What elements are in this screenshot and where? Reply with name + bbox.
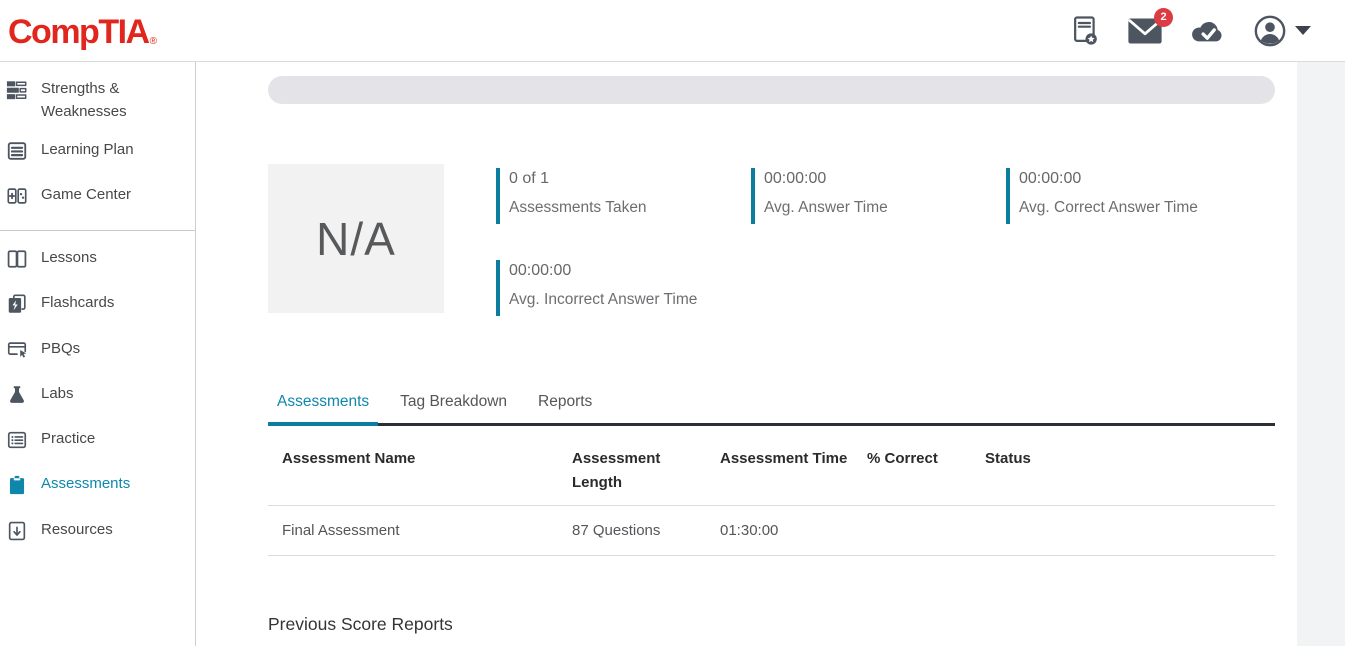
table-row[interactable]: Final Assessment 87 Questions 01:30:00 [268, 505, 1275, 555]
game-center-icon [6, 185, 28, 214]
sidebar-item-label: Strengths & Weaknesses [41, 77, 187, 124]
col-status: Status [985, 426, 1275, 506]
progress-bar [268, 76, 1275, 104]
stat-label: Avg. Incorrect Answer Time [509, 291, 751, 310]
cell-assessment-length: 87 Questions [572, 505, 720, 555]
sidebar-item-label: Assessments [41, 472, 130, 495]
sidebar-item-label: Practice [41, 427, 95, 450]
previous-score-reports-title: Previous Score Reports [268, 614, 1275, 635]
sidebar-item-label: Flashcards [41, 291, 114, 314]
stat-value: 00:00:00 [509, 261, 751, 280]
cell-percent-correct [867, 505, 985, 555]
sidebar: Strengths & Weaknesses Learning Plan [0, 62, 196, 646]
mail-badge: 2 [1154, 8, 1173, 27]
cell-assessment-time: 01:30:00 [720, 505, 867, 555]
header-icon-group: 2 [1070, 14, 1311, 48]
page-gutter [1297, 62, 1345, 646]
score-na-box: N/A [268, 164, 444, 313]
flashcards-icon [6, 293, 28, 322]
resources-icon [6, 520, 28, 549]
cell-status [985, 505, 1275, 555]
sidebar-divider [0, 230, 195, 231]
previous-score-reports-section: Previous Score Reports [268, 614, 1275, 646]
assessment-overview: N/A 0 of 1 Assessments Taken 00:00:00 Av… [268, 164, 1275, 316]
practice-icon [6, 429, 28, 458]
chevron-down-icon [1295, 26, 1311, 35]
learning-plan-icon [6, 140, 28, 169]
table-header-row: Assessment Name Assessment Length Assess… [268, 426, 1275, 506]
score-na-label: N/A [316, 212, 396, 266]
sidebar-item-pbqs[interactable]: PBQs [0, 330, 195, 375]
comptia-logo[interactable]: CompTIA ® [8, 13, 157, 49]
col-assessment-length: Assessment Length [572, 426, 720, 506]
logo-text: CompTIA [8, 15, 149, 49]
mail-icon[interactable]: 2 [1127, 17, 1163, 45]
sidebar-item-lessons[interactable]: Lessons [0, 239, 195, 284]
sidebar-item-label: Lessons [41, 246, 97, 269]
stat-label: Avg. Answer Time [764, 199, 1006, 218]
sidebar-item-flashcards[interactable]: Flashcards [0, 284, 195, 329]
stat-value: 0 of 1 [509, 169, 751, 188]
tab-assessments[interactable]: Assessments [268, 393, 378, 423]
sidebar-item-label: Game Center [41, 183, 131, 206]
cell-assessment-name: Final Assessment [268, 505, 572, 555]
sidebar-item-label: PBQs [41, 337, 80, 360]
tab-tag-breakdown[interactable]: Tag Breakdown [391, 393, 516, 423]
col-assessment-name: Assessment Name [268, 426, 572, 506]
stat-label: Assessments Taken [509, 199, 751, 218]
sidebar-item-assessments[interactable]: Assessments [0, 465, 195, 510]
sidebar-item-label: Labs [41, 382, 74, 405]
stat-avg-correct-answer-time: 00:00:00 Avg. Correct Answer Time [1006, 168, 1261, 224]
tab-bar: Assessments Tag Breakdown Reports [268, 393, 1275, 426]
assessments-table: Assessment Name Assessment Length Assess… [268, 426, 1275, 556]
col-assessment-time: Assessment Time [720, 426, 867, 506]
sidebar-item-label: Resources [41, 518, 113, 541]
sidebar-item-game-center[interactable]: Game Center [0, 176, 195, 221]
lessons-icon [6, 248, 28, 277]
stats-grid: 0 of 1 Assessments Taken 00:00:00 Avg. A… [496, 168, 1261, 316]
cloud-sync-icon[interactable] [1190, 17, 1226, 45]
sidebar-item-label: Learning Plan [41, 138, 134, 161]
stat-avg-incorrect-answer-time: 00:00:00 Avg. Incorrect Answer Time [496, 260, 751, 316]
sidebar-item-labs[interactable]: Labs [0, 375, 195, 420]
sidebar-item-learning-plan[interactable]: Learning Plan [0, 131, 195, 176]
stat-assessments-taken: 0 of 1 Assessments Taken [496, 168, 751, 224]
assessments-icon [6, 474, 28, 503]
strengths-weaknesses-icon [6, 79, 28, 108]
labs-icon [6, 384, 28, 413]
stat-label: Avg. Correct Answer Time [1019, 199, 1261, 218]
stat-value: 00:00:00 [1019, 169, 1261, 188]
main-content: N/A 0 of 1 Assessments Taken 00:00:00 Av… [196, 62, 1297, 646]
sidebar-item-practice[interactable]: Practice [0, 420, 195, 465]
pbqs-icon [6, 339, 28, 368]
tab-reports[interactable]: Reports [529, 393, 601, 423]
sidebar-item-strengths-weaknesses[interactable]: Strengths & Weaknesses [0, 70, 195, 131]
account-icon [1253, 14, 1287, 48]
account-menu[interactable] [1253, 14, 1311, 48]
col-percent-correct: % Correct [867, 426, 985, 506]
sidebar-item-resources[interactable]: Resources [0, 511, 195, 556]
stat-value: 00:00:00 [764, 169, 1006, 188]
top-header: CompTIA ® 2 [0, 0, 1345, 62]
score-report-icon[interactable] [1070, 15, 1100, 47]
registered-mark: ® [150, 37, 157, 47]
stat-avg-answer-time: 00:00:00 Avg. Answer Time [751, 168, 1006, 224]
